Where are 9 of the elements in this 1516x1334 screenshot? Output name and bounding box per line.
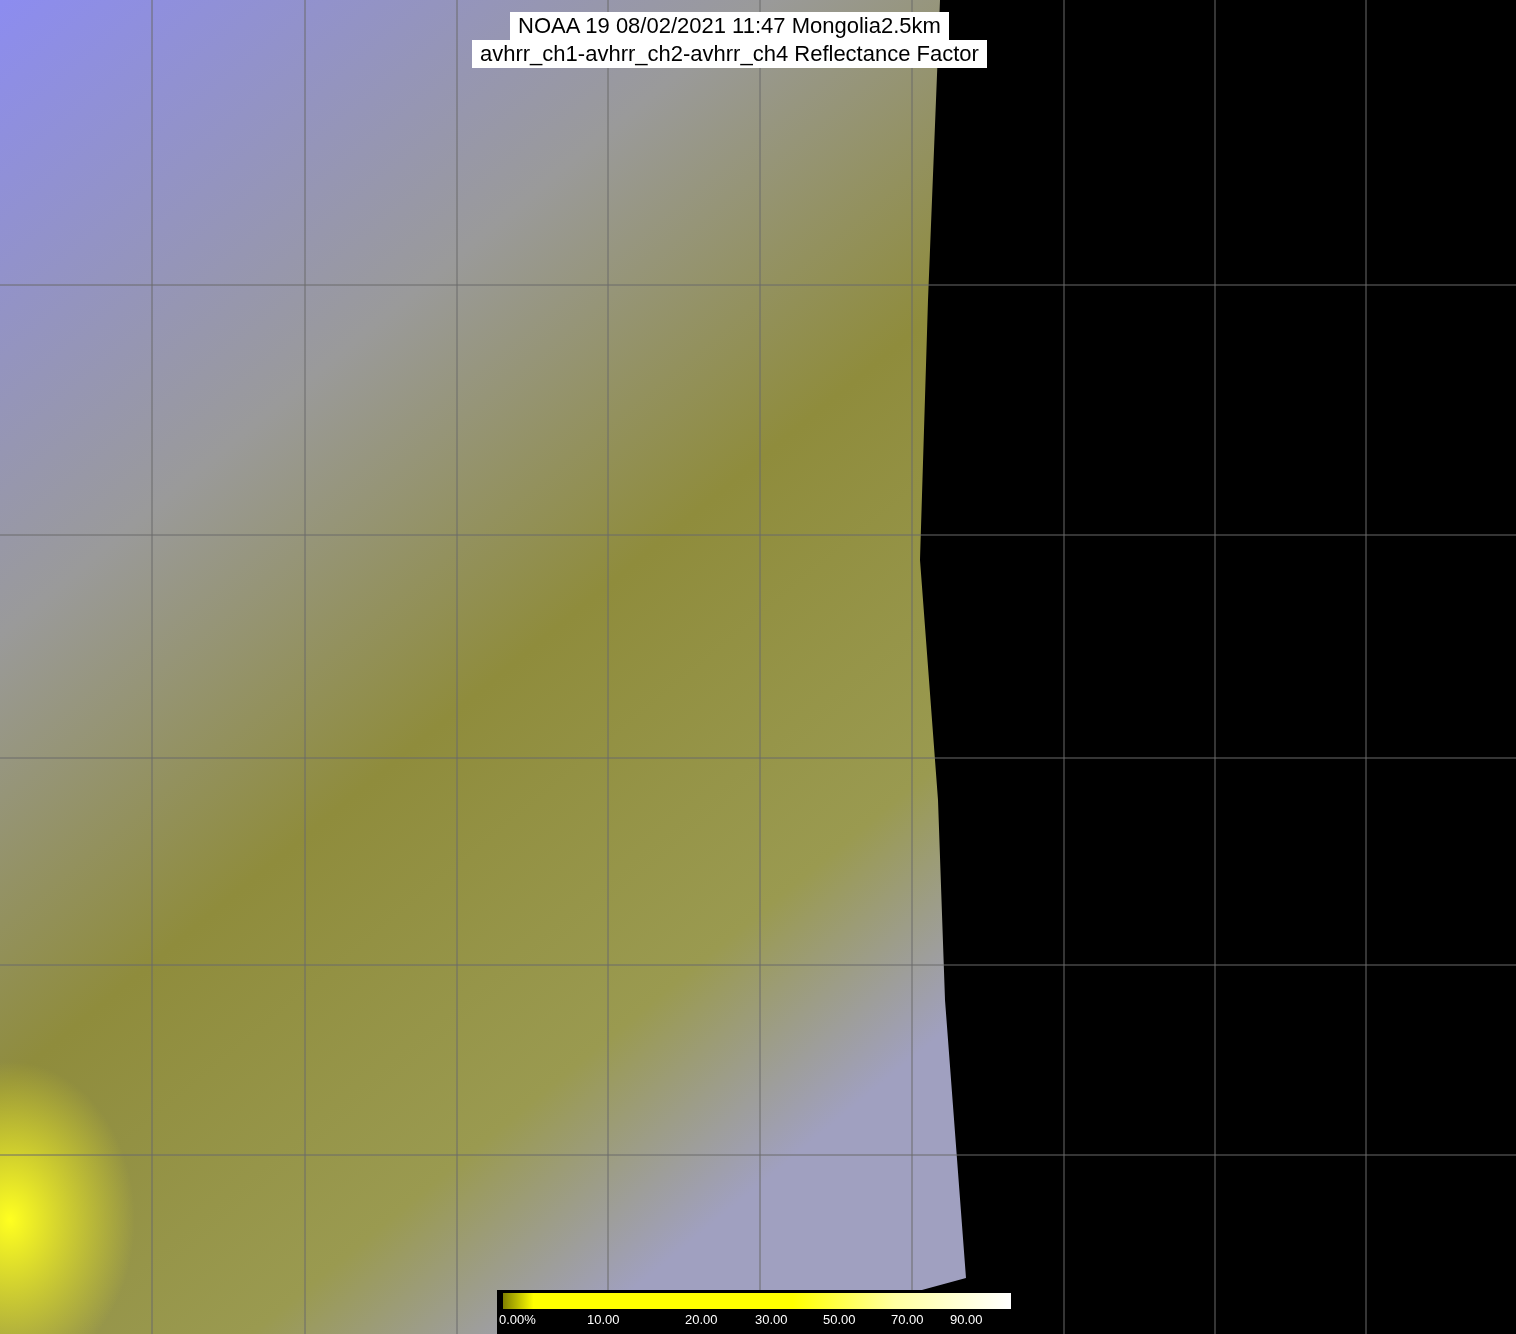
colorbar-label: 10.00: [587, 1312, 620, 1328]
colorbar-label: 20.00: [685, 1312, 718, 1328]
colorbar-label: 90.00: [950, 1312, 983, 1328]
map-title: NOAA 19 08/02/2021 11:47 Mongolia2.5km: [510, 12, 949, 40]
colorbar-label: 70.00: [891, 1312, 924, 1328]
map-title: avhrr_ch1-avhrr_ch2-avhrr_ch4 Reflectance Factor: [472, 40, 987, 68]
colorbar-label: 0.00%: [499, 1312, 536, 1328]
colorbar-label: 50.00: [823, 1312, 856, 1328]
colorbar-label: 30.00: [755, 1312, 788, 1328]
